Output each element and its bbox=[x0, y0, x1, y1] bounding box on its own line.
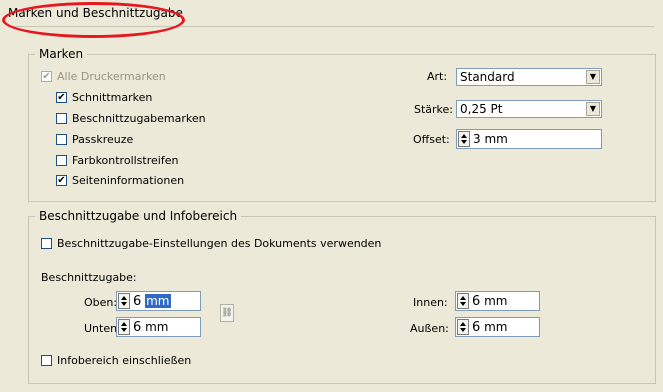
beschnittzugabemarken-label: Beschnittzugabemarken bbox=[72, 112, 206, 125]
oben-value: 6 bbox=[133, 294, 142, 309]
aussen-spinbox[interactable]: 6 mm bbox=[455, 317, 540, 337]
oben-spinbox[interactable]: 6 mm bbox=[116, 291, 201, 311]
beschnittzugabemarken-checkbox[interactable] bbox=[56, 113, 67, 124]
alle-druckermarken-checkbox[interactable]: ✔ bbox=[41, 71, 52, 82]
marken-legend: Marken bbox=[35, 47, 88, 61]
seiteninformationen-checkbox[interactable]: ✔ bbox=[56, 175, 67, 186]
innen-value: 6 bbox=[472, 294, 481, 309]
aussen-label: Außen: bbox=[410, 322, 449, 335]
offset-label: Offset: bbox=[413, 133, 450, 146]
aussen-unit: mm bbox=[484, 320, 508, 334]
unten-spinbox[interactable]: 6 mm bbox=[116, 317, 201, 337]
infobereich-label: Infobereich einschließen bbox=[57, 354, 192, 367]
offset-spinbox[interactable]: 3 mm bbox=[456, 129, 602, 149]
farbkontrollstreifen-checkbox[interactable] bbox=[56, 155, 67, 166]
spinner-arrows-icon[interactable] bbox=[457, 293, 469, 309]
spinner-arrows-icon[interactable] bbox=[118, 319, 130, 335]
staerke-label: Stärke: bbox=[414, 103, 454, 116]
use-doc-settings-label: Beschnittzugabe-Einstellungen des Dokume… bbox=[57, 237, 382, 250]
spinner-arrows-icon[interactable] bbox=[458, 131, 470, 147]
highlight-oval bbox=[2, 2, 185, 38]
innen-spinbox[interactable]: 6 mm bbox=[455, 291, 540, 311]
aussen-value: 6 bbox=[472, 320, 481, 335]
chevron-down-icon[interactable]: ▼ bbox=[586, 70, 600, 84]
art-label: Art: bbox=[427, 70, 448, 83]
passkreuze-label: Passkreuze bbox=[72, 133, 134, 146]
spinner-arrows-icon[interactable] bbox=[118, 293, 130, 309]
schnittmarken-checkbox[interactable]: ✔ bbox=[56, 92, 67, 103]
unten-unit: mm bbox=[145, 320, 169, 334]
staerke-value: 0,25 Pt bbox=[460, 102, 503, 116]
unten-value: 6 bbox=[133, 320, 142, 335]
beschnitt-legend: Beschnittzugabe und Infobereich bbox=[35, 209, 242, 223]
infobereich-checkbox[interactable] bbox=[41, 355, 52, 366]
schnittmarken-label: Schnittmarken bbox=[72, 91, 153, 104]
offset-value: 3 mm bbox=[473, 132, 508, 146]
oben-unit: mm bbox=[145, 294, 171, 308]
staerke-dropdown[interactable]: 0,25 Pt ▼ bbox=[456, 100, 602, 118]
spinner-arrows-icon[interactable] bbox=[457, 319, 469, 335]
beschnittzugabe-label: Beschnittzugabe: bbox=[41, 271, 137, 284]
oben-label: Oben: bbox=[84, 296, 118, 309]
farbkontrollstreifen-label: Farbkontrollstreifen bbox=[72, 154, 179, 167]
passkreuze-checkbox[interactable] bbox=[56, 134, 67, 145]
alle-druckermarken-label: Alle Druckermarken bbox=[57, 70, 166, 83]
use-doc-settings-checkbox[interactable] bbox=[41, 238, 52, 249]
innen-unit: mm bbox=[484, 294, 508, 308]
art-dropdown[interactable]: Standard ▼ bbox=[456, 68, 602, 86]
chevron-down-icon[interactable]: ▼ bbox=[586, 102, 600, 116]
innen-label: Innen: bbox=[413, 296, 448, 309]
chain-link-icon[interactable]: ⛓ bbox=[220, 304, 234, 322]
art-value: Standard bbox=[460, 70, 515, 84]
seiteninformationen-label: Seiteninformationen bbox=[72, 174, 185, 187]
